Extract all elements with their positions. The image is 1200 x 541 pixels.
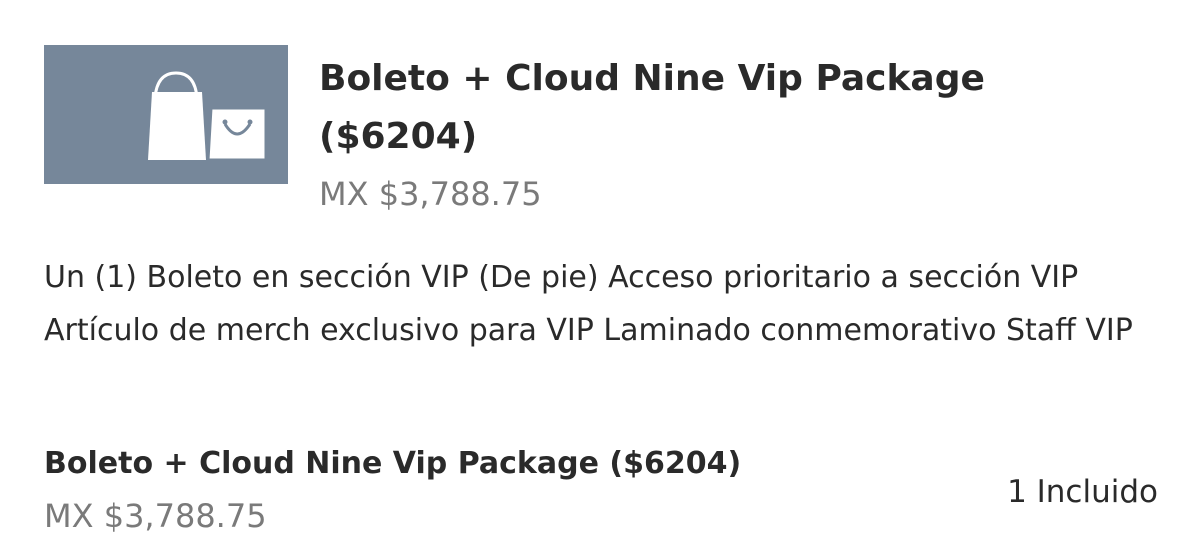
line-item-name: Boleto + Cloud Nine Vip Package ($6204) — [44, 446, 742, 481]
product-thumbnail — [44, 45, 288, 184]
product-title: Boleto + Cloud Nine Vip Package ($6204) — [319, 58, 985, 157]
line-item-price: MX $3,788.75 — [44, 497, 267, 535]
product-price: MX $3,788.75 — [319, 175, 542, 213]
line-item-quantity: 1 Incluido — [1007, 474, 1158, 510]
product-description: Un (1) Boleto en sección VIP (De pie) Ac… — [44, 260, 1133, 348]
shopping-bags-icon — [148, 71, 268, 162]
